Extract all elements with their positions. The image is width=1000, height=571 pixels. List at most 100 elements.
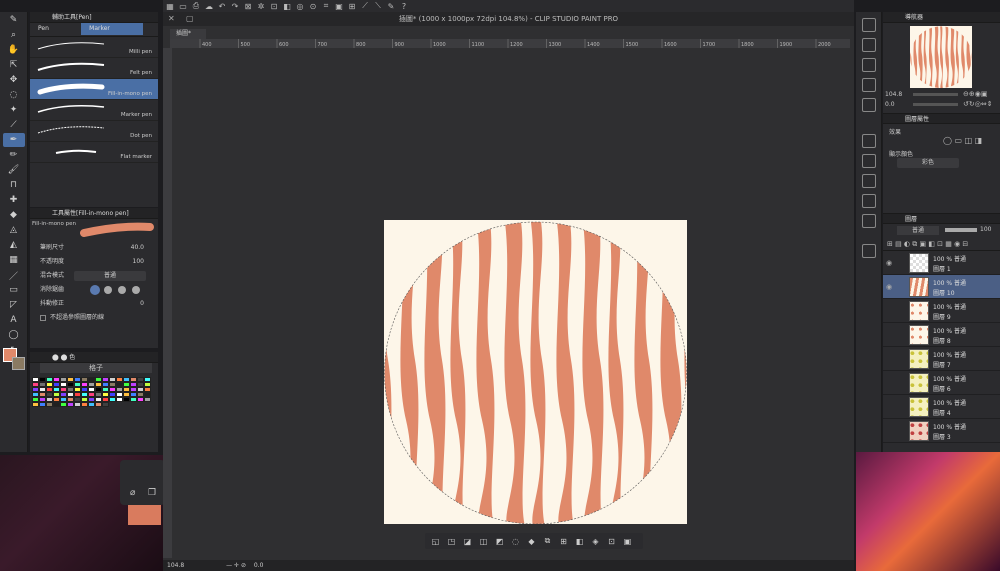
brush-felt-pen[interactable]: Felt pen (30, 58, 158, 79)
tab-pen[interactable]: Pen (30, 23, 57, 35)
navigator-preview[interactable] (910, 26, 972, 88)
brush-icon[interactable]: 🖌 (3, 163, 25, 177)
opacity-row[interactable]: 不透明度 100 (30, 255, 158, 269)
selection-launcher-icon[interactable]: ◆ (525, 537, 538, 546)
selection-launcher-icon[interactable]: ◳ (445, 537, 458, 546)
selection-launcher-icon[interactable]: ◪ (461, 537, 474, 546)
command-bar-icon[interactable]: ⟋ (360, 1, 370, 11)
brush-fill-in-mono-pen[interactable]: Fill-in-mono pen (30, 79, 158, 100)
layer-row[interactable]: 100 % 普通 圖層 3 (883, 419, 1000, 443)
color-swatch[interactable] (88, 402, 95, 407)
command-bar-icon[interactable]: ⊡ (269, 2, 279, 11)
layer-row[interactable]: ◉ 100 % 普通 圖層 1 (883, 251, 1000, 275)
brush-marker-pen[interactable]: Marker pen (30, 100, 158, 121)
frame-icon[interactable]: ▭ (3, 283, 25, 297)
layer-search-dock-icon[interactable] (861, 244, 876, 258)
material-3-dock-icon[interactable] (861, 98, 876, 112)
command-bar-icon[interactable]: ☁ (204, 2, 214, 11)
command-bar-icon[interactable]: ◎ (295, 2, 305, 11)
command-bar-icon[interactable]: ⎙ (191, 1, 201, 11)
selection-launcher-icon[interactable]: ⊞ (557, 537, 570, 546)
aa-option-1[interactable] (90, 285, 100, 295)
item-bank-dock-icon[interactable] (861, 214, 876, 228)
anti-alias-row[interactable]: 消除鋸齒 (30, 283, 158, 297)
selection-launcher-icon[interactable]: ◱ (429, 537, 442, 546)
selection-launcher-icon[interactable]: ◫ (477, 537, 490, 546)
close-window-icon[interactable]: ✕ (168, 14, 175, 23)
selection-launcher-icon[interactable]: ◩ (493, 537, 506, 546)
nav-rotate-buttons[interactable]: ↺↻◎⇔⇕ (963, 100, 993, 108)
command-bar-icon[interactable]: ▦ (165, 2, 175, 11)
color-swatch[interactable] (53, 402, 60, 407)
command-bar-icon[interactable]: ✎ (386, 2, 396, 11)
blend-icon[interactable]: ◬ (3, 223, 25, 237)
color-swatch[interactable] (130, 397, 137, 402)
color-swatch[interactable] (46, 402, 53, 407)
brush-dot-pen[interactable]: Dot pen (30, 121, 158, 142)
aa-option-3[interactable] (118, 286, 126, 294)
pen-tool-icon[interactable]: ✎ (3, 13, 25, 27)
canvas-paper[interactable] (384, 220, 687, 524)
command-bar-icon[interactable]: ▭ (178, 2, 188, 11)
selection-launcher-icon[interactable]: ◧ (573, 537, 586, 546)
command-bar-icon[interactable]: ⊠ (243, 2, 253, 11)
selection-launcher-icon[interactable]: ⊡ (605, 537, 618, 546)
eye-icon[interactable]: ◉ (886, 283, 892, 291)
info-dock-icon[interactable] (861, 194, 876, 208)
eye-icon[interactable]: ◉ (886, 259, 892, 267)
command-bar-icon[interactable]: ✲ (256, 2, 266, 11)
selection-launcher-icon[interactable]: ◌ (509, 537, 522, 546)
command-bar-icon[interactable]: ↷ (230, 2, 240, 11)
stabilization-row[interactable]: 抖動修正 0 (30, 297, 158, 311)
zoom-tool-icon[interactable]: ⌕ (3, 28, 25, 42)
brush-size-row[interactable]: 筆刷尺寸 40.0 (30, 241, 158, 255)
eraser-icon[interactable]: ◆ (3, 208, 25, 222)
nav-zoom-slider[interactable] (913, 93, 958, 96)
color-swatch[interactable] (109, 397, 116, 402)
reference-layer-row[interactable]: 不超過參照圖層的線 (30, 311, 158, 325)
pencil-icon[interactable]: ✏ (3, 148, 25, 162)
material-dock-icon[interactable] (861, 58, 876, 72)
color-swatch[interactable] (144, 397, 151, 402)
layer-prop-dock-icon[interactable] (861, 134, 876, 148)
command-bar-icon[interactable]: ⟍ (373, 1, 383, 11)
text-icon[interactable]: A (3, 313, 25, 327)
command-bar-icon[interactable]: ⌗ (321, 1, 331, 11)
nav-zoom-buttons[interactable]: ⊖⊕◉▣ (963, 90, 987, 98)
auto-action-dock-icon[interactable] (861, 174, 876, 188)
magic-wand-icon[interactable]: ✦ (3, 103, 25, 117)
nav-rotation-slider[interactable] (913, 103, 958, 106)
opacity-value[interactable]: 100 (133, 255, 144, 269)
aa-option-2[interactable] (104, 286, 112, 294)
display-color-select[interactable]: 彩色 (897, 158, 959, 168)
balloon-icon[interactable]: ◯ (3, 328, 25, 342)
maximize-window-icon[interactable]: ▢ (186, 14, 194, 23)
gradient-icon[interactable]: ▦ (3, 253, 25, 267)
blend-mode-row[interactable]: 混合模式 普通 (30, 269, 158, 283)
hand-tool-icon[interactable]: ✋ (3, 43, 25, 57)
move-tool-icon[interactable]: ✥ (3, 73, 25, 87)
color-swatch[interactable] (116, 397, 123, 402)
command-bar-icon[interactable]: ↶ (217, 2, 227, 11)
brush-flat-marker[interactable]: Flat marker (30, 142, 158, 163)
layer-row[interactable]: 100 % 普通 圖層 9 (883, 299, 1000, 323)
command-bar-icon[interactable]: ◧ (282, 2, 292, 11)
color-swatch[interactable] (32, 402, 39, 407)
color-swatch[interactable] (67, 402, 74, 407)
material-2-dock-icon[interactable] (861, 78, 876, 92)
stabilization-value[interactable]: 0 (140, 297, 144, 311)
layer-opacity-slider[interactable] (945, 228, 977, 232)
decoration-icon[interactable]: ✚ (3, 193, 25, 207)
layer-row[interactable]: 100 % 普通 圖層 6 (883, 371, 1000, 395)
status-rotation[interactable]: 0.0 (254, 562, 264, 569)
color-swatch[interactable] (123, 397, 130, 402)
navigator-dock-icon[interactable] (861, 18, 876, 32)
layer-row[interactable]: 100 % 普通 圖層 4 (883, 395, 1000, 419)
command-bar-icon[interactable]: ▣ (334, 2, 344, 11)
color-swatch[interactable] (95, 402, 102, 407)
command-bar-icon[interactable]: ? (399, 2, 409, 11)
layer-opacity-value[interactable]: 100 (980, 226, 991, 233)
bookmark-icon[interactable]: ❐ (148, 488, 156, 498)
brush-milli-pen[interactable]: Milli pen (30, 37, 158, 58)
color-swatch[interactable] (81, 402, 88, 407)
